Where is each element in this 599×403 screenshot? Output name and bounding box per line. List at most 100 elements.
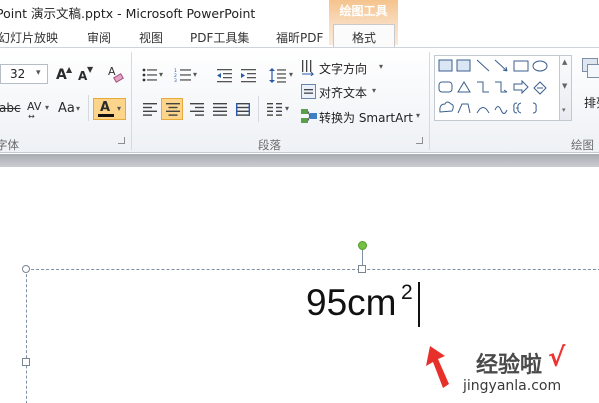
grow-font-button[interactable]: A ▲: [53, 64, 73, 84]
tab-format[interactable]: 格式: [352, 29, 376, 46]
font-size-dropdown-icon[interactable]: ▾: [36, 68, 41, 78]
tab-slideshow[interactable]: 幻灯片放映: [0, 29, 58, 46]
resize-handle-middle-left[interactable]: [22, 358, 30, 366]
textbox-top-border: [26, 269, 599, 270]
font-color-button[interactable]: A ▾: [93, 98, 126, 120]
line-spacing-button[interactable]: ▾: [267, 65, 295, 85]
align-right-icon: [190, 103, 204, 116]
textbox-superscript-text: 2: [401, 281, 413, 304]
watermark-text: 经验啦: [476, 353, 543, 378]
increase-indent-button[interactable]: [238, 65, 258, 85]
character-spacing-button[interactable]: AV ↔ ▾: [24, 98, 50, 121]
textbox-main-text: 95cm: [306, 282, 397, 323]
clear-formatting-button[interactable]: A: [104, 63, 124, 83]
shapes-gallery-icons: [438, 59, 548, 114]
convert-smartart-button[interactable]: 转换为 SmartArt ▾: [298, 106, 426, 126]
justify-button[interactable]: [209, 99, 229, 119]
smartart-label: 转换为 SmartArt: [319, 111, 413, 125]
strikethrough-glyph: abc: [0, 101, 21, 115]
line-spacing-dropdown-icon[interactable]: ▾: [289, 70, 293, 79]
shrink-font-button[interactable]: A ▼: [75, 64, 93, 84]
watermark-check-icon: √: [548, 343, 566, 373]
justify-icon: [213, 103, 227, 116]
arrange-button[interactable]: 排列: [577, 55, 599, 115]
strikethrough-button[interactable]: abc: [0, 98, 21, 118]
gallery-scroll-down-icon[interactable]: ▼: [562, 82, 567, 90]
svg-text:3: 3: [174, 78, 177, 82]
font-dialog-launcher-icon[interactable]: [118, 137, 125, 144]
columns-icon: [267, 103, 282, 116]
align-center-button[interactable]: [161, 98, 183, 120]
paragraph-group-label: 段落: [258, 138, 281, 152]
character-spacing-glyph: AV: [27, 100, 42, 113]
change-case-glyph: Aa: [58, 101, 75, 116]
text-direction-dropdown-icon[interactable]: ▾: [379, 62, 383, 71]
tab-pdf-tools[interactable]: PDF工具集: [190, 29, 249, 46]
tab-review[interactable]: 审阅: [87, 29, 111, 46]
arrange-front-shape-icon: [587, 64, 599, 78]
watermark-url: jingyanla.com: [463, 378, 562, 394]
font-color-glyph: A: [100, 100, 111, 115]
gallery-more-icon[interactable]: ▾: [562, 106, 566, 114]
ribbon-shadow-band: [0, 154, 599, 167]
annotation-arrow-icon: [426, 346, 449, 388]
align-center-icon: [166, 103, 180, 116]
tab-view[interactable]: 视图: [139, 29, 163, 46]
distributed-button[interactable]: [232, 99, 252, 119]
numbering-icon: 1 2 3: [174, 68, 191, 82]
increase-indent-icon: [241, 69, 256, 83]
tab-foxit-pdf[interactable]: 福昕PDF: [276, 29, 323, 46]
align-text-button[interactable]: 对齐文本 ▾: [298, 81, 390, 101]
align-left-button[interactable]: [139, 99, 159, 119]
context-group-label: 绘图工具: [339, 4, 388, 18]
text-cursor: [418, 282, 420, 327]
drawing-group-label: 绘图: [571, 138, 594, 152]
font-color-swatch: [98, 114, 114, 117]
paragraph-dialog-launcher-icon[interactable]: [416, 137, 423, 144]
shapes-gallery[interactable]: [434, 55, 560, 121]
decrease-indent-button[interactable]: [214, 65, 234, 85]
slide-textbox[interactable]: 95cm 2: [300, 280, 460, 330]
align-text-dropdown-icon[interactable]: ▾: [372, 86, 376, 95]
font-size-combobox[interactable]: 32 ▾: [0, 64, 48, 84]
bullets-button[interactable]: ▾: [140, 65, 166, 85]
font-size-value: 32: [10, 67, 26, 81]
bullets-icon: [142, 68, 157, 82]
arrange-label: 排列: [584, 96, 599, 110]
gallery-scroll[interactable]: ▲ ▼ ▾: [560, 55, 572, 121]
numbering-button[interactable]: 1 2 3 ▾: [172, 65, 200, 85]
align-separator: [258, 96, 259, 122]
distributed-icon: [236, 103, 250, 116]
spacing-dropdown-icon[interactable]: ▾: [45, 103, 49, 112]
gallery-scroll-up-icon[interactable]: ▲: [562, 58, 567, 66]
bullets-dropdown-icon[interactable]: ▾: [159, 70, 163, 79]
change-case-button[interactable]: Aa ▾: [55, 98, 81, 118]
font-color-dropdown-icon[interactable]: ▾: [117, 104, 121, 113]
smartart-dropdown-icon[interactable]: ▾: [416, 111, 420, 120]
resize-handle-top-left[interactable]: [22, 265, 30, 273]
line-spacing-icon: [269, 68, 286, 83]
text-direction-icon: [302, 60, 315, 76]
font-separator: [88, 95, 89, 121]
title-bar: Point 演示文稿.pptx - Microsoft PowerPoint: [0, 0, 599, 25]
align-right-button[interactable]: [186, 99, 206, 119]
text-direction-label: 文字方向: [319, 62, 368, 76]
align-left-icon: [143, 103, 157, 116]
align-text-label: 对齐文本: [319, 86, 368, 100]
resize-handle-top-center[interactable]: [358, 265, 366, 273]
window-title: Point 演示文稿.pptx - Microsoft PowerPoint: [0, 6, 256, 21]
align-text-icon: [301, 84, 316, 99]
smartart-icon: [301, 109, 317, 123]
rotation-handle[interactable]: [358, 241, 367, 250]
numbering-dropdown-icon[interactable]: ▾: [193, 70, 197, 79]
text-direction-button[interactable]: 文字方向 ▾: [298, 57, 390, 77]
case-dropdown-icon[interactable]: ▾: [76, 104, 80, 113]
powerpoint-window: Point 演示文稿.pptx - Microsoft PowerPoint 绘…: [0, 0, 599, 403]
grow-arrow-icon: ▲: [66, 65, 73, 74]
shrink-arrow-icon: ▼: [87, 65, 94, 74]
textbox-left-border: [26, 269, 27, 403]
decrease-indent-icon: [217, 69, 232, 83]
columns-button[interactable]: ▾: [264, 99, 292, 119]
spacing-arrows-icon: ↔: [28, 112, 35, 121]
columns-dropdown-icon[interactable]: ▾: [285, 104, 289, 113]
